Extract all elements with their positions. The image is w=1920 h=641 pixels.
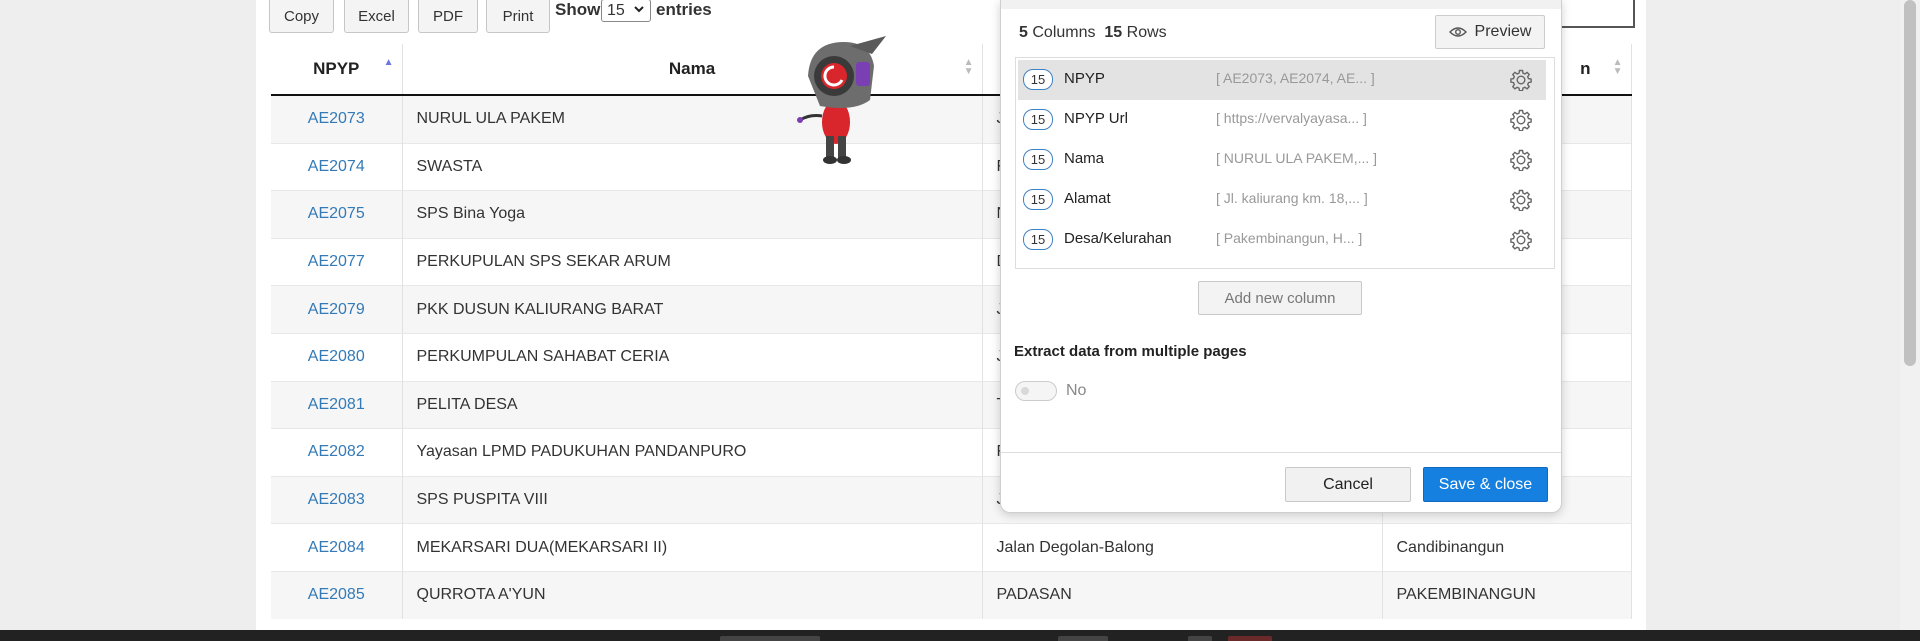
nama-cell: Yayasan LPMD PADUKUHAN PANDANPURO [402,428,983,477]
add-new-column-button[interactable]: Add new column [1198,281,1362,315]
copy-button[interactable]: Copy [269,0,334,33]
npyp-link[interactable]: AE2079 [271,285,403,334]
nama-cell: MEKARSARI DUA(MEKARSARI II) [402,523,983,572]
column-count-badge: 15 [1023,69,1053,90]
column-name: NPYP Url [1064,110,1128,127]
column-preview: [ AE2073, AE2074, AE... ] [1216,70,1375,86]
column-preview: [ NURUL ULA PAKEM,... ] [1216,150,1378,166]
alamat-cell: PADASAN [982,570,1383,619]
show-label: Show [555,0,601,19]
entries-label: entries [656,0,712,19]
nama-cell: PERKUPULAN SPS SEKAR ARUM [402,237,983,286]
nama-cell: SPS Bina Yoga [402,190,983,239]
npyp-link[interactable]: AE2082 [271,428,403,477]
dialog-header-strip [1001,0,1561,9]
column-name: Alamat [1064,190,1111,207]
column-name: Desa/Kelurahan [1064,230,1172,247]
entries-select-value: 15 [607,1,625,19]
gear-icon[interactable] [1510,69,1532,91]
chevron-down-icon [633,3,645,18]
entries-select[interactable]: 15 [601,0,651,22]
column-row[interactable]: 15 Desa/Kelurahan [ Pakembinangun, H... ] [1018,220,1546,260]
gear-icon[interactable] [1510,109,1532,131]
print-button[interactable]: Print [486,0,550,33]
column-name: NPYP [1064,70,1105,87]
sort-icon: ▲ ▼ [1612,57,1623,77]
nama-cell: PKK DUSUN KALIURANG BARAT [402,285,983,334]
cancel-button[interactable]: Cancel [1285,467,1411,502]
npyp-link[interactable]: AE2085 [271,570,403,619]
header-npyp[interactable]: NPYP ▲ [271,44,403,96]
npyp-link[interactable]: AE2073 [271,94,403,144]
taskbar [0,630,1920,641]
column-name: Nama [1064,150,1105,167]
mascot-robot [797,36,886,164]
column-count-badge: 15 [1023,229,1053,250]
column-row[interactable]: 15 Nama [ NURUL ULA PAKEM,... ] [1018,140,1546,180]
column-row[interactable]: 15 Alamat [ Jl. kaliurang km. 18,... ] [1018,180,1546,220]
column-preview: [ https://vervalyayasa... ] [1216,110,1367,126]
nama-cell: SPS PUSPITA VIII [402,475,983,524]
save-and-close-button[interactable]: Save & close [1423,467,1548,502]
column-count-badge: 15 [1023,189,1053,210]
npyp-link[interactable]: AE2075 [271,190,403,239]
desa-cell: PAKEMBINANGUN [1382,570,1632,619]
column-preview: [ Pakembinangun, H... ] [1216,230,1363,246]
gear-icon[interactable] [1510,149,1532,171]
npyp-link[interactable]: AE2081 [271,380,403,429]
nama-cell: QURROTA A'YUN [402,570,983,619]
npyp-link[interactable]: AE2083 [271,475,403,524]
sort-ascending-icon: ▲ [383,57,394,68]
toggle-state-label: No [1066,382,1087,399]
eye-icon [1448,27,1467,37]
npyp-link[interactable]: AE2080 [271,332,403,382]
scrollbar-thumb[interactable] [1904,0,1916,366]
table-row: AE2084 MEKARSARI DUA(MEKARSARI II) Jalan D… [271,523,1632,572]
alamat-cell: Jalan Degolan-Balong [982,523,1383,572]
column-count-badge: 15 [1023,149,1053,170]
configure-columns-dialog: 5 Columns 15 Rows Preview 15 NPYP [ AE2073… [1000,0,1562,513]
excel-button[interactable]: Excel [344,0,409,33]
extract-multiple-pages-label: Extract data from multiple pages [1014,343,1247,360]
desa-cell: Candibinangun [1382,523,1632,572]
sort-icon: ▲ ▼ [963,57,974,77]
nama-cell: PERKUMPULAN SAHABAT CERIA [402,332,983,382]
npyp-link[interactable]: AE2074 [271,142,403,191]
gear-icon[interactable] [1510,189,1532,211]
nama-cell: PELITA DESA [402,380,983,429]
preview-button[interactable]: Preview [1435,15,1545,49]
column-row[interactable]: 15 NPYP Url [ https://vervalyayasa... ] [1018,100,1546,140]
column-row[interactable]: 15 NPYP [ AE2073, AE2074, AE... ] [1018,60,1546,100]
column-list: 15 NPYP [ AE2073, AE2074, AE... ] 15 NPYP Ur… [1015,57,1555,269]
npyp-link[interactable]: AE2084 [271,523,403,572]
dialog-footer: Cancel Save & close [1001,452,1561,513]
multi-page-toggle[interactable] [1015,381,1057,401]
gear-icon[interactable] [1510,229,1532,251]
dialog-summary: 5 Columns 15 Rows [1019,24,1167,41]
column-preview: [ Jl. kaliurang km. 18,... ] [1216,190,1368,206]
column-count-badge: 15 [1023,109,1053,130]
npyp-link[interactable]: AE2077 [271,237,403,286]
table-row: AE2085 QURROTA A'YUN PADASAN PAKEMBINANGUN [271,570,1632,619]
pdf-button[interactable]: PDF [418,0,478,33]
page-scrollbar[interactable] [1900,0,1920,630]
